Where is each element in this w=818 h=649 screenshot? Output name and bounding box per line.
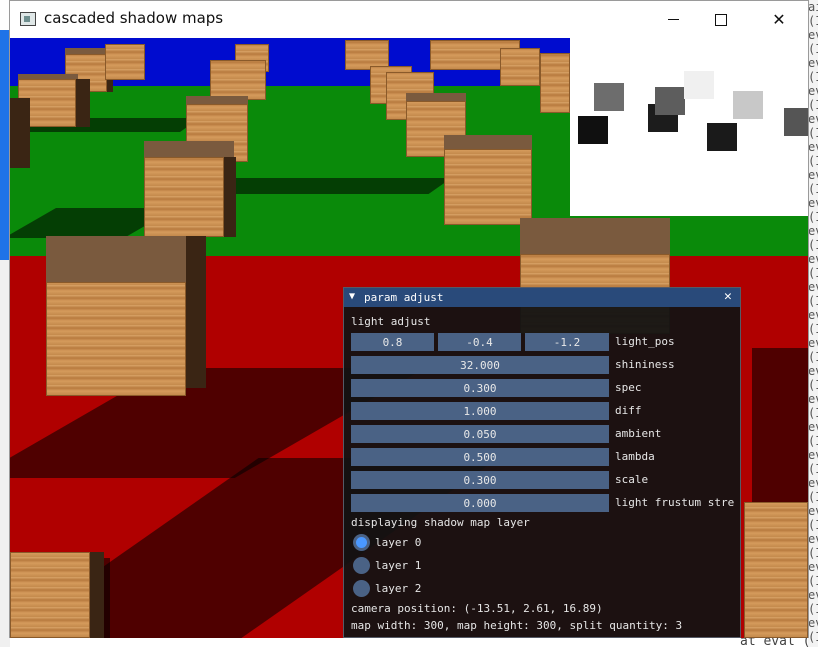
close-button[interactable]: ✕ bbox=[756, 1, 802, 38]
layer-0-label[interactable]: layer 0 bbox=[375, 536, 421, 549]
background-code-fragment: (I bbox=[808, 574, 818, 588]
background-code-fragment: ev bbox=[808, 336, 818, 350]
background-code-fragment: (I bbox=[808, 70, 818, 84]
background-code-fragment: ev bbox=[808, 588, 818, 602]
background-code-fragment: (I bbox=[808, 434, 818, 448]
panel-close-icon[interactable]: ✕ bbox=[724, 289, 732, 304]
depth-cube bbox=[594, 83, 624, 111]
maximize-icon bbox=[715, 13, 727, 26]
layer-0-radio[interactable] bbox=[353, 534, 370, 551]
background-code-fragment: ev bbox=[808, 140, 818, 154]
minimize-icon bbox=[667, 19, 679, 20]
background-code-fragment: ev bbox=[808, 392, 818, 406]
spec-slider[interactable]: 0.300 bbox=[351, 379, 609, 397]
background-code-fragment: (I bbox=[808, 546, 818, 560]
background-code-fragment: ev bbox=[808, 560, 818, 574]
depth-cube bbox=[578, 116, 608, 144]
ambient-slider[interactable]: 0.050 bbox=[351, 425, 609, 443]
depth-cube bbox=[733, 91, 763, 119]
window-title: cascaded shadow maps bbox=[44, 9, 224, 27]
camera-position-text: camera position: (-13.51, 2.61, 16.89) bbox=[351, 602, 603, 615]
minimize-button[interactable] bbox=[650, 1, 696, 38]
scale-label: scale bbox=[615, 473, 649, 486]
background-code-fragment: ev bbox=[808, 224, 818, 238]
maximize-button[interactable] bbox=[698, 1, 744, 38]
light-frustum-stretch-label: light frustum stre bbox=[615, 496, 735, 509]
background-code-fragment: (I bbox=[808, 98, 818, 112]
spec-label: spec bbox=[615, 381, 642, 394]
shininess-label: shininess bbox=[615, 358, 675, 371]
cube-shadow bbox=[752, 348, 808, 528]
background-code-fragment: ev bbox=[808, 476, 818, 490]
background-code-fragment: ev bbox=[808, 420, 818, 434]
background-code-fragment: (I bbox=[808, 266, 818, 280]
background-code-fragment: ev bbox=[808, 196, 818, 210]
shadow-map-preview bbox=[570, 38, 808, 216]
depth-cube bbox=[784, 108, 808, 136]
panel-title-bar[interactable]: ▼ param adjust ✕ bbox=[344, 288, 740, 307]
collapse-arrow-icon[interactable]: ▼ bbox=[349, 291, 355, 302]
background-code-fragment: (I bbox=[808, 490, 818, 504]
light-pos-y-input[interactable]: -0.4 bbox=[438, 333, 521, 351]
section-light-adjust: light adjust bbox=[351, 315, 431, 328]
param-adjust-panel[interactable]: ▼ param adjust ✕ light adjust 0.8 -0.4 -… bbox=[343, 287, 741, 638]
background-code-fragment: (I bbox=[808, 210, 818, 224]
lambda-slider[interactable]: 0.500 bbox=[351, 448, 609, 466]
depth-cube bbox=[655, 87, 685, 115]
light-pos-x-input[interactable]: 0.8 bbox=[351, 333, 434, 351]
diff-slider[interactable]: 1.000 bbox=[351, 402, 609, 420]
light-pos-label: light_pos bbox=[615, 335, 675, 348]
background-code-fragment: ev bbox=[808, 308, 818, 322]
background-code-fragment: (I bbox=[808, 182, 818, 196]
panel-title: param adjust bbox=[364, 291, 444, 304]
shininess-slider[interactable]: 32.000 bbox=[351, 356, 609, 374]
lambda-label: lambda bbox=[615, 450, 655, 463]
background-code-fragment: ai bbox=[808, 0, 818, 14]
background-code-fragment: ev bbox=[808, 280, 818, 294]
depth-cube bbox=[684, 71, 714, 99]
background-code-fragment: (I bbox=[808, 154, 818, 168]
background-code-fragment: (I bbox=[808, 294, 818, 308]
background-code-fragment: (I bbox=[808, 322, 818, 336]
background-code-editor: ai(Iev(Iev(Iev(Iev(Iev(Iev(Iev(Iev(Iev(I… bbox=[808, 0, 818, 647]
background-code-fragment: ev bbox=[808, 84, 818, 98]
background-code-fragment: ev bbox=[808, 616, 818, 630]
background-code-fragment: ev bbox=[808, 532, 818, 546]
depth-cube bbox=[707, 123, 737, 151]
background-code-fragment: ev bbox=[808, 448, 818, 462]
background-code-fragment: (I bbox=[808, 378, 818, 392]
layer-2-radio[interactable] bbox=[353, 580, 370, 597]
background-code-fragment: (I bbox=[808, 350, 818, 364]
background-code-fragment: ev bbox=[808, 504, 818, 518]
background-code-fragment: (I bbox=[808, 406, 818, 420]
background-code-fragment: (I bbox=[808, 462, 818, 476]
title-bar[interactable]: cascaded shadow maps ✕ bbox=[10, 1, 808, 38]
scale-slider[interactable]: 0.300 bbox=[351, 471, 609, 489]
light-frustum-stretch-slider[interactable]: 0.000 bbox=[351, 494, 609, 512]
background-code-fragment: (I bbox=[808, 238, 818, 252]
diff-label: diff bbox=[615, 404, 642, 417]
layer-1-label[interactable]: layer 1 bbox=[375, 559, 421, 572]
background-code-fragment: ev bbox=[808, 112, 818, 126]
background-code-fragment: ev bbox=[808, 56, 818, 70]
background-code-fragment: (I bbox=[808, 42, 818, 56]
background-code-fragment: ev bbox=[808, 364, 818, 378]
background-code-fragment: (I bbox=[808, 518, 818, 532]
background-code-fragment: ev bbox=[808, 28, 818, 42]
app-icon bbox=[20, 12, 36, 26]
section-shadow-map-layer: displaying shadow map layer bbox=[351, 516, 530, 529]
background-code-fragment: ev bbox=[808, 252, 818, 266]
cube-shadow bbox=[198, 178, 452, 194]
close-icon: ✕ bbox=[772, 10, 786, 29]
background-code-fragment: (I bbox=[808, 602, 818, 616]
background-code-fragment: ev bbox=[808, 168, 818, 182]
light-pos-z-input[interactable]: -1.2 bbox=[525, 333, 609, 351]
map-info-text: map width: 300, map height: 300, split q… bbox=[351, 619, 683, 632]
layer-2-label[interactable]: layer 2 bbox=[375, 582, 421, 595]
ambient-label: ambient bbox=[615, 427, 662, 440]
background-code-fragment: (I bbox=[808, 126, 818, 140]
layer-1-radio[interactable] bbox=[353, 557, 370, 574]
background-code-fragment: (I bbox=[808, 14, 818, 28]
